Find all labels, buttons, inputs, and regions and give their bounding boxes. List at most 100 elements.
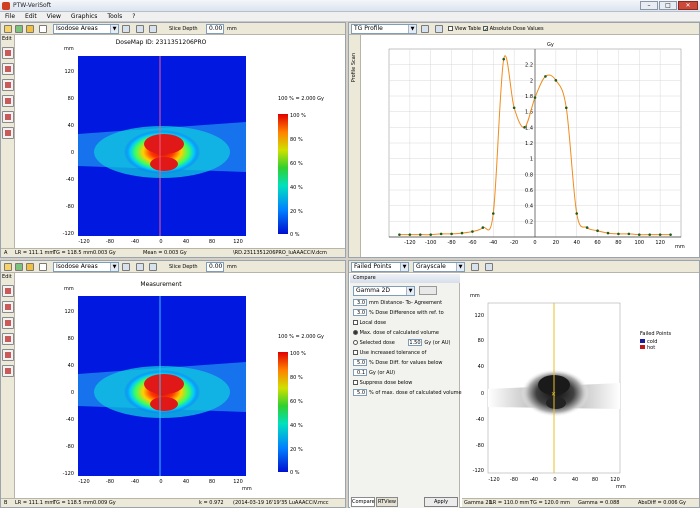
add-icon[interactable] [15,25,23,33]
tool-button-1[interactable] [2,285,14,297]
data-point [533,96,537,99]
grid-icon[interactable] [421,25,429,33]
view-table-checkbox[interactable]: View Table [448,26,481,32]
edit-tab[interactable]: Edit [2,36,12,42]
tool-button-2[interactable] [2,301,14,313]
profile-scan-tab[interactable]: Profile Scan [351,53,357,82]
absolute-dose-checkbox[interactable]: ✓ Absolute Dose Values [483,26,544,33]
data-point [439,232,443,236]
minimize-button[interactable]: – [640,1,658,10]
dd-input[interactable]: 3.0 [353,309,367,316]
tool-button-5[interactable] [2,349,14,361]
tool-button-1[interactable] [2,47,14,59]
menu-tools[interactable]: Tools [102,12,127,20]
crosshair-icon[interactable] [149,25,157,33]
local-dose-option[interactable]: Local dose [353,319,386,327]
tool-button-3[interactable] [2,79,14,91]
menu-graphics[interactable]: Graphics [66,12,103,20]
dd-label: % Dose Difference with ref. to [369,310,444,316]
result-type-select[interactable]: Failed Points ▼ [351,262,409,272]
dta-input[interactable]: 3.0 [353,299,367,306]
y-tick-label: 1.6 [525,110,533,116]
dosemap-plot[interactable]: DoseMap ID: 2311351206PRO mm 120 80 40 0… [16,36,345,247]
menu-bar: File Edit View Graphics Tools? [0,12,700,22]
save-icon[interactable] [39,25,47,33]
suppress-checkbox[interactable]: Suppress dose below [353,379,412,387]
y-tick: -120 [63,471,74,477]
tolerance-input-2[interactable]: 0.1 [353,369,367,376]
export-icon[interactable] [485,263,493,271]
crosshair-icon[interactable] [149,263,157,271]
status-lr: LR = 111.1 mm [15,250,55,256]
grid-icon[interactable] [471,263,479,271]
apply-button[interactable]: Apply [424,497,458,507]
y-axis-unit: mm [64,286,74,292]
x-tick-label: 20 [553,240,559,246]
profile-chart[interactable]: -120 -100 -80 -60 -40 -20 0 20 40 60 80 100 120 0.2 0.… [363,37,697,253]
open-folder-icon[interactable] [4,25,12,33]
tool-button-5[interactable] [2,111,14,123]
x-tick: 80 [209,479,215,485]
tab-compare[interactable]: Compare [351,497,375,507]
slice-depth-input[interactable]: 0.00 [206,262,224,272]
tool-button-4[interactable] [2,333,14,345]
status-mean: Mean = 0.003 Gy [143,250,187,256]
export-icon[interactable] [435,25,443,33]
save-icon[interactable] [39,263,47,271]
tool-button-6[interactable] [2,365,14,377]
menu-edit[interactable]: Edit [20,12,42,20]
add-icon[interactable] [15,263,23,271]
display-mode-select[interactable]: Isodose Areas ▼ [53,262,119,272]
gamma-plot[interactable]: mm ✕ 120 80 40 0 -40 -80 -120 -120 -80 -… [462,275,698,497]
tolerance-input-1[interactable]: 5.0 [353,359,367,366]
slice-depth-unit: mm [227,26,237,32]
slice-depth-input[interactable]: 0.00 [206,24,224,34]
cursor-icon[interactable] [136,25,144,33]
tool-button-3[interactable] [2,317,14,329]
status-dose: 0.009 Gy [93,500,116,506]
grid-icon[interactable] [122,25,130,33]
settings-button[interactable] [419,286,437,295]
y-ticks: 120 80 40 0 -40 -80 -120 [63,69,74,237]
center-marker-icon: ✕ [551,391,556,398]
tool-button-4[interactable] [2,95,14,107]
display-mode-select[interactable]: Isodose Areas ▼ [53,24,119,34]
menu-help[interactable]: ? [127,12,140,20]
tool-button-2[interactable] [2,63,14,75]
grid-icon[interactable] [122,263,130,271]
menu-file[interactable]: File [0,12,20,20]
x-tick: 0 [159,239,162,245]
method-select[interactable]: Gamma 2D ▼ [353,286,415,296]
y-tick: 120 [64,309,74,315]
tab-rtview[interactable]: RTView [376,497,398,507]
colormap-select[interactable]: Grayscale ▼ [413,262,465,272]
x-tick-label: 100 [635,240,645,246]
selected-dose-input[interactable]: 1.50 [408,339,423,346]
open-folder-icon[interactable] [4,263,12,271]
tolerance-checkbox[interactable]: Use increased tolerance of [353,349,426,357]
tool-button-6[interactable] [2,127,14,139]
close-button[interactable]: ✕ [678,1,698,10]
max-dose-option[interactable]: Max. dose of calculated volume [353,329,439,337]
x-tick: 120 [233,239,243,245]
measurement-sidebar: Edit [1,273,15,498]
maximize-button[interactable]: □ [659,1,677,10]
suppress-input[interactable]: 5.0 [353,389,367,396]
cursor-icon[interactable] [136,263,144,271]
status-k: k = 0.972 [199,500,224,506]
selected-dose-option[interactable]: Selected dose 1.50 Gy (or AU) [353,339,450,347]
measurement-plot[interactable]: Measurement mm 120 80 40 0 -40 -80 -120 … [16,274,345,496]
scale-title: 100 % = 2.000 Gy [278,96,324,102]
data-point [523,126,526,129]
data-point [491,212,495,215]
load-icon[interactable] [26,25,34,33]
edit-tab[interactable]: Edit [2,274,12,280]
profile-select[interactable]: TG Profile ▼ [351,24,417,34]
dose-peak-lower [150,397,178,411]
load-icon[interactable] [26,263,34,271]
y-tick-label: 0.2 [525,219,533,225]
x-tick: 80 [592,477,598,483]
legend-hot-swatch [640,345,645,349]
data-point [408,233,412,236]
menu-view[interactable]: View [42,12,66,20]
